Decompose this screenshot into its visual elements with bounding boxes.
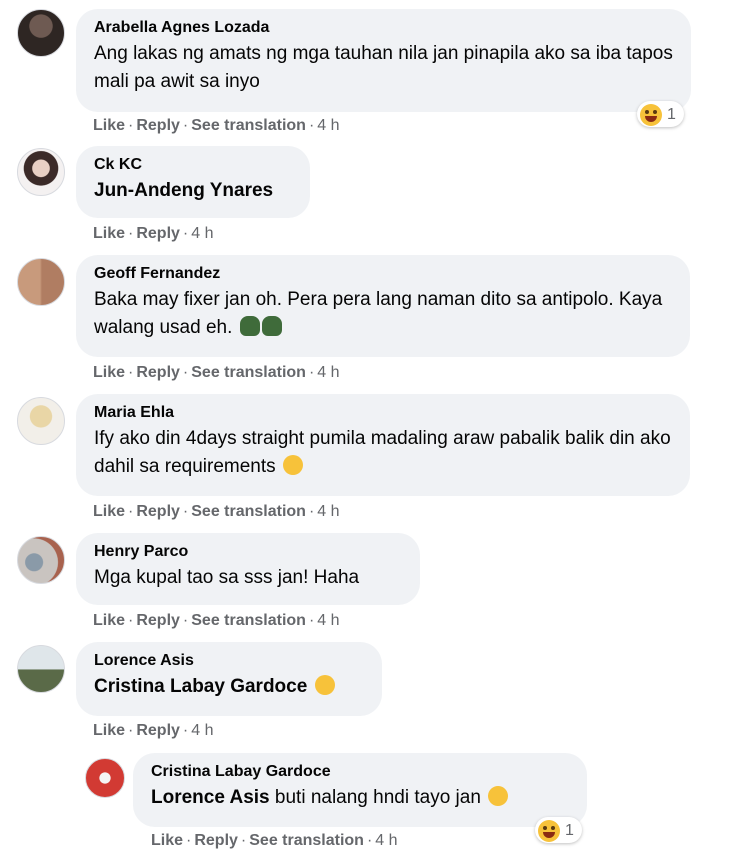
avatar[interactable] <box>17 536 65 584</box>
reply-button[interactable]: Reply <box>136 612 180 629</box>
like-button[interactable]: Like <box>93 503 125 520</box>
wink-emoji-icon <box>282 455 303 475</box>
like-button[interactable]: Like <box>151 832 183 849</box>
comment-author[interactable]: Arabella Agnes Lozada <box>94 18 674 38</box>
rolling-laughing-emoji-icon <box>485 783 512 809</box>
laughing-face-icon <box>640 104 662 126</box>
like-button[interactable]: Like <box>93 612 125 629</box>
reply-button[interactable]: Reply <box>136 117 180 134</box>
facepalm-emoji-icon <box>239 316 260 336</box>
like-button[interactable]: Like <box>93 117 125 134</box>
laughing-face-icon <box>538 820 560 842</box>
comment-timestamp[interactable]: 4 h <box>317 503 339 520</box>
comment-author[interactable]: Cristina Labay Gardoce <box>151 762 570 782</box>
see-translation-link[interactable]: See translation <box>191 612 306 629</box>
mention-link[interactable]: Lorence Asis <box>151 787 270 808</box>
reply-button[interactable]: Reply <box>136 364 180 381</box>
comment-bubble: Cristina Labay Gardoce Lorence Asis buti… <box>133 753 587 827</box>
comment-text: Mga kupal tao sa sss jan! Haha <box>94 567 360 588</box>
reaction-count: 1 <box>565 822 574 839</box>
comment-timestamp[interactable]: 4 h <box>317 117 339 134</box>
avatar[interactable] <box>17 148 65 196</box>
comment-author[interactable]: Ck KC <box>94 155 293 175</box>
reply-button[interactable]: Reply <box>194 832 238 849</box>
like-button[interactable]: Like <box>93 364 125 381</box>
see-translation-link[interactable]: See translation <box>191 364 306 381</box>
avatar[interactable] <box>85 758 125 798</box>
comment-timestamp[interactable]: 4 h <box>317 612 339 629</box>
comment-bubble: Lorence Asis Cristina Labay Gardoce <box>76 642 382 716</box>
avatar[interactable] <box>17 9 65 57</box>
comment-author[interactable]: Geoff Fernandez <box>94 264 673 284</box>
avatar[interactable] <box>17 258 65 306</box>
comment-actions: Like · Reply · See translation · 4 h <box>93 117 340 134</box>
comment-bubble: Geoff Fernandez Baka may fixer jan oh. P… <box>76 255 690 357</box>
reply-button[interactable]: Reply <box>136 503 180 520</box>
comment-author[interactable]: Maria Ehla <box>94 403 673 423</box>
comment-text: buti nalang hndi tayo jan <box>274 787 481 808</box>
reaction-count: 1 <box>667 106 676 123</box>
reply-button[interactable]: Reply <box>136 225 180 242</box>
smile-emoji-icon <box>314 675 335 695</box>
comment-actions: Like · Reply · 4 h <box>93 225 214 242</box>
see-translation-link[interactable]: See translation <box>191 503 306 520</box>
comment-actions: Like · Reply · See translation · 4 h <box>93 364 340 381</box>
like-button[interactable]: Like <box>93 722 125 739</box>
like-button[interactable]: Like <box>93 225 125 242</box>
mention-link[interactable]: Jun-Andeng Ynares <box>94 180 273 201</box>
comment-bubble: Henry Parco Mga kupal tao sa sss jan! Ha… <box>76 533 420 605</box>
comment-actions: Like · Reply · 4 h <box>93 722 214 739</box>
comment-text: Ang lakas ng amats ng mga tauhan nila ja… <box>94 43 673 92</box>
comment-bubble: Arabella Agnes Lozada Ang lakas ng amats… <box>76 9 691 112</box>
comment-timestamp[interactable]: 4 h <box>191 225 213 242</box>
comment-actions: Like · Reply · See translation · 4 h <box>151 832 398 849</box>
reaction-summary[interactable]: 1 <box>535 817 582 843</box>
reaction-summary[interactable]: 1 <box>637 101 684 127</box>
comment-actions: Like · Reply · See translation · 4 h <box>93 503 340 520</box>
comment-author[interactable]: Lorence Asis <box>94 651 365 671</box>
comment-bubble: Maria Ehla Ify ako din 4days straight pu… <box>76 394 690 496</box>
facepalm-emoji-icon <box>261 316 282 336</box>
comment-timestamp[interactable]: 4 h <box>191 722 213 739</box>
comment-timestamp[interactable]: 4 h <box>375 832 397 849</box>
reply-button[interactable]: Reply <box>136 722 180 739</box>
avatar[interactable] <box>17 397 65 445</box>
comment-actions: Like · Reply · See translation · 4 h <box>93 612 340 629</box>
mention-link[interactable]: Cristina Labay Gardoce <box>94 676 307 697</box>
avatar[interactable] <box>17 645 65 693</box>
see-translation-link[interactable]: See translation <box>191 117 306 134</box>
comment-bubble: Ck KC Jun-Andeng Ynares <box>76 146 310 218</box>
comment-author[interactable]: Henry Parco <box>94 542 403 562</box>
see-translation-link[interactable]: See translation <box>249 832 364 849</box>
comment-text: Baka may fixer jan oh. Pera pera lang na… <box>94 289 663 338</box>
comment-text: Ify ako din 4days straight pumila madali… <box>94 428 671 477</box>
comment-timestamp[interactable]: 4 h <box>317 364 339 381</box>
